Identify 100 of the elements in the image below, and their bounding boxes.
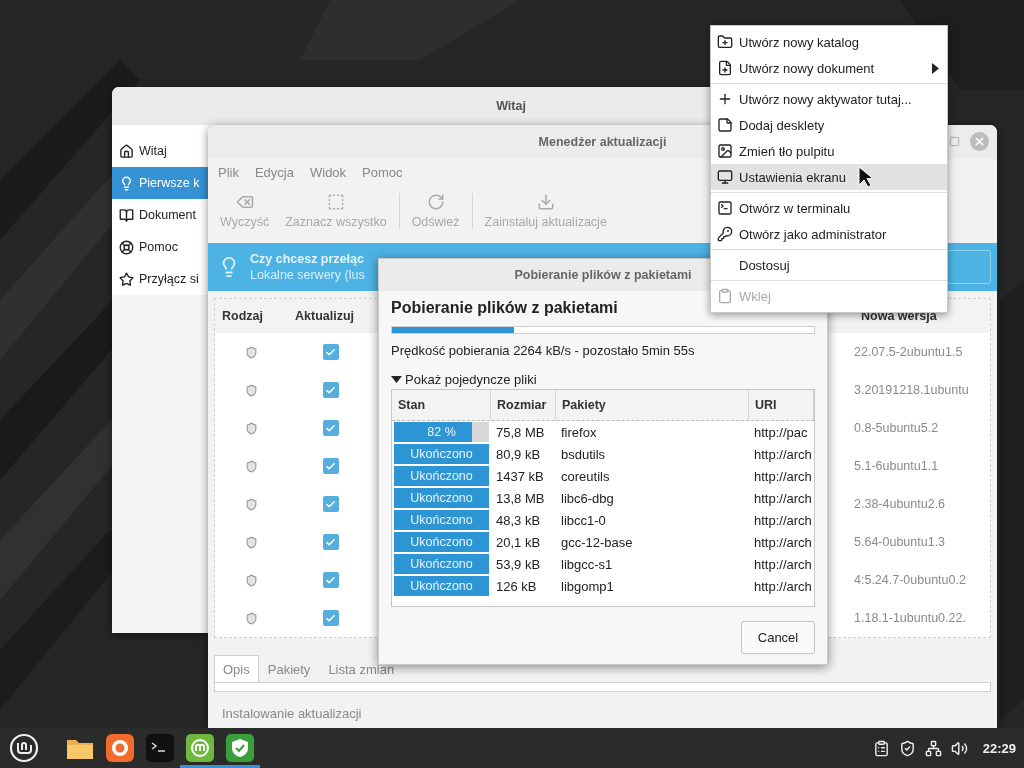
checkbox[interactable]	[322, 496, 339, 512]
table-cell-text: firefox	[560, 424, 598, 440]
terminal-icon	[146, 734, 174, 762]
submenu-arrow-icon	[932, 62, 939, 74]
cancel-button[interactable]: Cancel	[741, 621, 815, 654]
tab[interactable]: Opis	[214, 655, 259, 682]
checkbox[interactable]	[322, 344, 339, 360]
check-icon	[325, 498, 336, 510]
table-cell-text: libc6-dbg	[560, 490, 615, 506]
star-icon	[119, 271, 134, 287]
table-cell-text: libgcc-s1	[560, 556, 614, 572]
expander-arrow-icon	[391, 375, 402, 384]
book-icon	[119, 207, 134, 223]
menu-item[interactable]: Ustawienia ekranu	[711, 164, 947, 190]
table-cell-text: 75,8 MB	[495, 424, 546, 440]
table-cell-text: 22.07.5-2ubuntu1.5	[854, 345, 964, 359]
table-cell-text: http://arch	[753, 578, 813, 594]
column-header[interactable]: URI	[749, 390, 814, 420]
table-cell-text: 126 kB	[495, 578, 538, 594]
sidebar-item[interactable]: Pomoc	[112, 231, 208, 263]
volume-icon[interactable]	[950, 739, 968, 757]
expander[interactable]: Pokaż pojedyncze pliki	[391, 372, 815, 387]
table-cell-text: 1.18.1-1ubuntu0.22.	[854, 611, 967, 625]
clipboard-icon[interactable]	[872, 739, 890, 757]
shield-icon	[245, 573, 258, 587]
menu-item[interactable]: Otwórz jako administrator	[711, 221, 947, 247]
table-cell-text: 3.20191218.1ubuntu	[854, 383, 970, 397]
network-icon[interactable]	[924, 739, 942, 757]
shield-icon	[245, 421, 258, 435]
status-bar: 82 %	[394, 422, 489, 442]
table-cell-text: 1437 kB	[495, 468, 545, 484]
key-icon	[716, 226, 733, 242]
file-plus-icon	[716, 60, 733, 76]
check-icon	[325, 612, 336, 624]
table-cell-text: 13,8 MB	[495, 490, 546, 506]
table-cell-text: http://arch	[753, 534, 813, 550]
checkbox[interactable]	[322, 420, 339, 436]
info-title: Czy chcesz przełąc	[250, 252, 365, 266]
window-title: Pobieranie plików z pakietami	[514, 268, 692, 282]
menu-item[interactable]: Dostosuj	[711, 252, 947, 278]
table-cell-text: 20,1 kB	[495, 534, 542, 550]
maximize-icon[interactable]	[949, 136, 960, 147]
checkbox[interactable]	[322, 610, 339, 626]
table-cell-text: http://arch	[753, 468, 813, 484]
table-cell-text: http://arch	[753, 512, 813, 528]
table-cell-text: 5.64-0ubuntu1.3	[854, 535, 947, 549]
mouse-pointer-icon	[858, 166, 874, 188]
sidebar-item[interactable]: Przyłącz si	[112, 263, 208, 295]
menu-item[interactable]: Utwórz nowy katalog	[711, 29, 947, 55]
table-cell-text: libgomp1	[560, 578, 615, 594]
checkbox[interactable]	[322, 382, 339, 398]
table-cell-text: 48,3 kB	[495, 512, 542, 528]
window-title: Witaj	[496, 99, 526, 113]
table-cell-text: 5.1-6ubuntu1.1	[854, 459, 940, 473]
status-bar: Ukończono	[394, 510, 489, 530]
shield-icon	[245, 611, 258, 625]
column-header[interactable]: Pakiety	[556, 390, 749, 420]
close-button[interactable]	[970, 132, 989, 151]
clock[interactable]: 22:29	[982, 740, 1016, 756]
checkbox[interactable]	[322, 534, 339, 550]
terminal-icon	[716, 200, 733, 216]
column-header[interactable]: Stan	[392, 390, 491, 420]
shield-icon	[245, 459, 258, 473]
table-cell-text: 2.38-4ubuntu2.6	[854, 497, 947, 511]
browser-icon	[106, 734, 134, 762]
table-cell-text: coreutils	[560, 468, 611, 484]
shield-icon	[245, 535, 258, 549]
checkbox[interactable]	[322, 572, 339, 588]
menu-item[interactable]: Utwórz nowy aktywator tutaj...	[711, 86, 947, 112]
table-cell-text: 53,9 kB	[495, 556, 542, 572]
home-icon	[119, 143, 134, 159]
menu-item[interactable]: Otwórz w terminalu	[711, 195, 947, 221]
dialog-heading: Pobieranie plików z pakietami	[391, 299, 619, 317]
dashed-square-icon	[326, 193, 345, 211]
shield-icon[interactable]	[898, 739, 916, 757]
column-header[interactable]: Aktualizuj	[288, 309, 373, 323]
lightbulb-icon	[119, 175, 134, 191]
menu-item[interactable]: Dodaj desklety	[711, 112, 947, 138]
lifebuoy-icon	[119, 239, 134, 255]
table-cell-text: http://arch	[753, 556, 813, 572]
image-icon	[716, 143, 733, 159]
menu-item[interactable]: Zmień tło pulpitu	[711, 138, 947, 164]
menu-item[interactable]: Utwórz nowy dokument	[711, 55, 947, 81]
shield-icon	[245, 497, 258, 511]
window-title: Menedżer aktualizacji	[538, 135, 667, 149]
status-bar: Ukończono	[394, 488, 489, 508]
table-cell-text: libcc1-0	[560, 512, 607, 528]
shield-icon	[245, 345, 258, 359]
speed-text: Prędkość pobierania 2264 kB/s - pozostało 5min 55s	[391, 343, 696, 358]
column-header[interactable]: Rodzaj	[215, 309, 288, 323]
close-icon	[973, 135, 986, 148]
download-icon	[536, 193, 555, 211]
column-header[interactable]: Rozmiar	[491, 390, 556, 420]
sidebar-item[interactable]: Dokument	[112, 199, 208, 231]
table-cell-text: http://arch	[753, 446, 813, 462]
checkbox[interactable]	[322, 458, 339, 474]
sidebar-item[interactable]: Witaj	[112, 135, 208, 167]
table-cell-text: 0.8-5ubuntu5.2	[854, 421, 940, 435]
status-text: Instalowanie aktualizacji	[222, 706, 363, 721]
status-bar: Ukończono	[394, 444, 489, 464]
